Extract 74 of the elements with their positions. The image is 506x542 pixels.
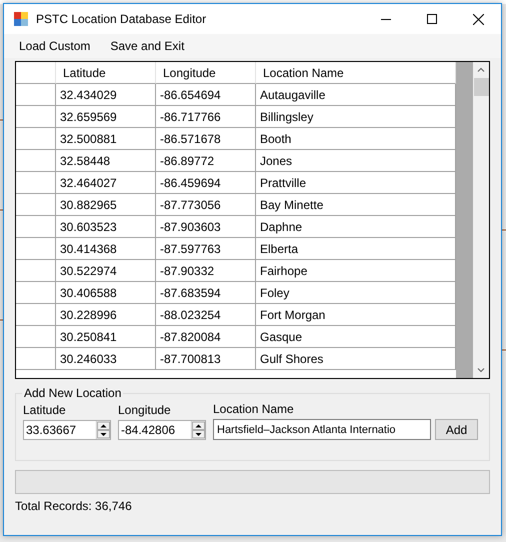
table-cell: Bay Minette	[256, 194, 456, 216]
table-cell: Foley	[256, 282, 456, 304]
table-cell: 30.414368	[56, 238, 156, 260]
close-icon	[472, 14, 484, 24]
table-cell: 30.882965	[56, 194, 156, 216]
text-field[interactable]: Hartsfield–Jackson Atlanta Internatio	[213, 419, 431, 440]
column-header[interactable]: Latitude	[56, 62, 156, 84]
window-title: PSTC Location Database Editor	[36, 12, 208, 26]
table-cell: 30.250841	[56, 326, 156, 348]
table-cell: 32.659569	[56, 106, 156, 128]
row-header[interactable]	[16, 348, 56, 370]
table-cell: Prattville	[256, 172, 456, 194]
table-cell: Booth	[256, 128, 456, 150]
row-header[interactable]	[16, 238, 56, 260]
table-cell: 32.434029	[56, 84, 156, 106]
field-label: Longitude	[118, 403, 172, 417]
row-header[interactable]	[16, 216, 56, 238]
table-cell: 32.58448	[56, 150, 156, 172]
row-header[interactable]	[16, 84, 56, 106]
row-header[interactable]	[16, 260, 56, 282]
table-cell: -87.903603	[156, 216, 256, 238]
menu-item[interactable]: Load Custom	[12, 36, 98, 56]
table-cell: Daphne	[256, 216, 456, 238]
spin-arrows-icon[interactable]	[191, 420, 206, 440]
table-cell: -86.89772	[156, 150, 256, 172]
table-cell: Billingsley	[256, 106, 456, 128]
column-header[interactable]: Longitude	[156, 62, 256, 84]
table-cell: -86.459694	[156, 172, 256, 194]
add-button[interactable]: Add	[435, 419, 478, 440]
row-header[interactable]	[16, 172, 56, 194]
table-cell: -87.700813	[156, 348, 256, 370]
vertical-scrollbar[interactable]	[473, 62, 489, 378]
table-cell: 32.500881	[56, 128, 156, 150]
app-icon	[13, 11, 29, 27]
row-header[interactable]	[16, 150, 56, 172]
table-cell: 32.464027	[56, 172, 156, 194]
table-cell: Jones	[256, 150, 456, 172]
table-cell: -87.683594	[156, 282, 256, 304]
table-cell: Fort Morgan	[256, 304, 456, 326]
spin-arrows-icon[interactable]	[96, 420, 111, 440]
table-cell: -86.654694	[156, 84, 256, 106]
group-title: Add New Location	[22, 386, 124, 400]
row-header[interactable]	[16, 128, 56, 150]
field-label: Latitude	[23, 403, 67, 417]
row-header[interactable]	[16, 326, 56, 348]
table-cell: Elberta	[256, 238, 456, 260]
menu-item[interactable]: Save and Exit	[103, 36, 192, 56]
table-cell: -86.571678	[156, 128, 256, 150]
table-cell: -86.717766	[156, 106, 256, 128]
table-cell: 30.228996	[56, 304, 156, 326]
scroll-thumb[interactable]	[474, 78, 488, 96]
table-cell: -87.773056	[156, 194, 256, 216]
row-header[interactable]	[16, 106, 56, 128]
row-header[interactable]	[16, 282, 56, 304]
minimize-icon	[381, 18, 391, 20]
status-text: Total Records: 36,746	[15, 499, 133, 513]
maximize-icon	[427, 14, 437, 24]
column-header[interactable]: Location Name	[256, 62, 456, 84]
table-cell: 30.406588	[56, 282, 156, 304]
table-cell: -87.597763	[156, 238, 256, 260]
field-label: Location Name	[213, 402, 295, 416]
table-cell: -87.90332	[156, 260, 256, 282]
table-cell: Gasque	[256, 326, 456, 348]
table-cell: -88.023254	[156, 304, 256, 326]
table-cell: Gulf Shores	[256, 348, 456, 370]
table-cell: Autaugaville	[256, 84, 456, 106]
corner-header[interactable]	[16, 62, 56, 84]
table-cell: 30.522974	[56, 260, 156, 282]
row-header[interactable]	[16, 194, 56, 216]
row-header[interactable]	[16, 304, 56, 326]
table-cell: 30.603523	[56, 216, 156, 238]
table-cell: 30.246033	[56, 348, 156, 370]
table-cell: -87.820084	[156, 326, 256, 348]
table-cell: Fairhope	[256, 260, 456, 282]
